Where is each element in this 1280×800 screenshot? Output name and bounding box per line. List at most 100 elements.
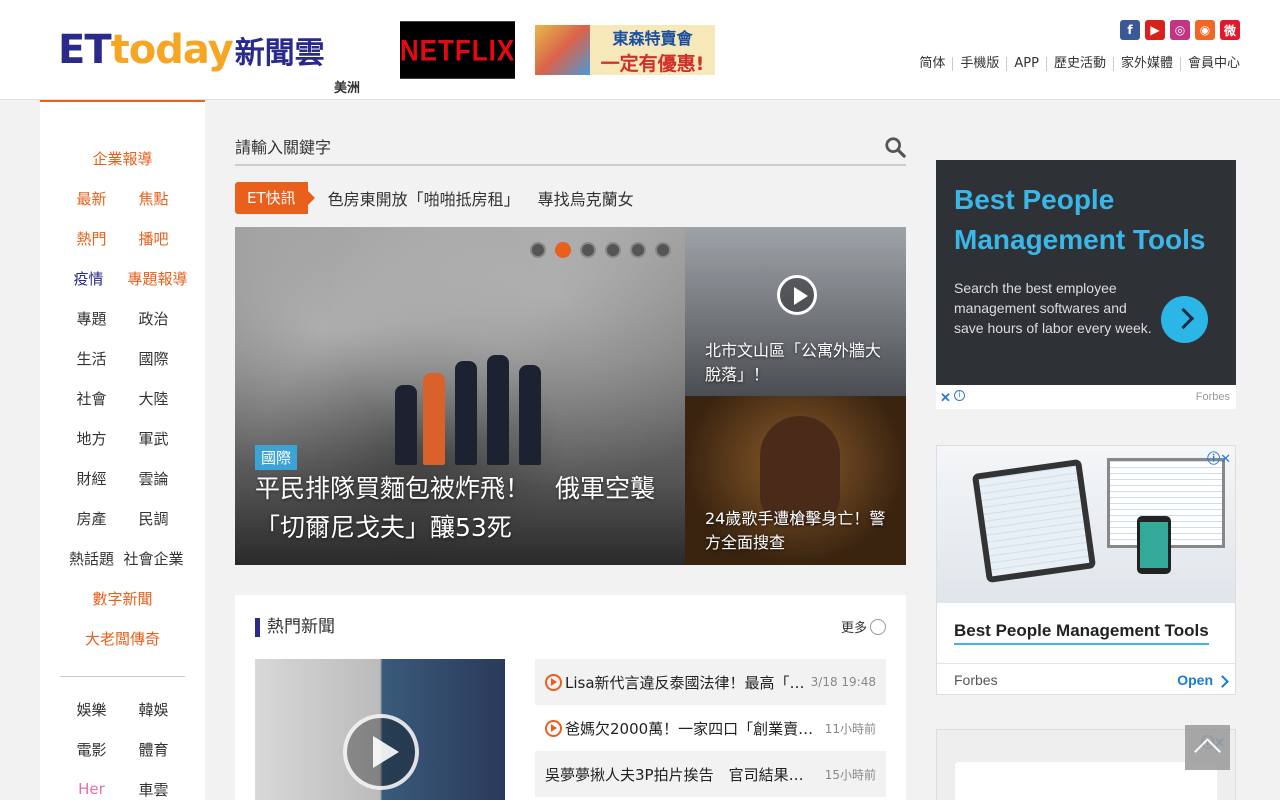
forbes-display-ad[interactable]: ⓘ✕ Best People Management Tools Forbes O… [936, 445, 1236, 695]
sidebar-item-polls[interactable]: 民調 [123, 508, 185, 529]
sidebar-item-sports[interactable]: 體育 [123, 739, 185, 760]
sidebar-item-digital-news[interactable]: 數字新聞 [92, 588, 152, 609]
sidebar-item-boss-legend[interactable]: 大老闆傳奇 [85, 628, 160, 649]
arrow-right-icon [870, 618, 886, 635]
news-title[interactable]: 吳夢夢揪人夫3P拍片挨告 官司結果… [545, 764, 821, 785]
back-to-top-button[interactable] [1185, 725, 1230, 770]
side-story-title[interactable]: 24歲歌手遭槍擊身亡！警方全面搜查 [705, 507, 890, 555]
sidebar-item-mainland[interactable]: 大陸 [123, 388, 185, 409]
hero-story[interactable]: 國際 平民排隊買麵包被炸飛！ 俄軍空襲「切爾尼戈夫」釀53死 [235, 227, 685, 565]
sidebar-item-play[interactable]: 播吧 [123, 228, 185, 249]
sidebar-item-finance[interactable]: 財經 [61, 468, 123, 489]
netflix-ad-banner[interactable]: NETFLIX [400, 21, 515, 79]
nav-simplified[interactable]: 简体 [912, 57, 952, 71]
ad-content [955, 762, 1217, 800]
sidebar-item-movies[interactable]: 電影 [61, 739, 123, 760]
carousel-dots [530, 242, 671, 258]
forbes-ad[interactable]: Best People Management Tools Search the … [936, 160, 1236, 385]
news-item[interactable]: Lisa新代言違反泰國法律！最高「… 3/18 19:48 [535, 659, 886, 705]
region-label[interactable]: 美洲 [334, 77, 360, 96]
search-icon[interactable] [884, 136, 906, 158]
hero-headline[interactable]: 平民排隊買麵包被炸飛！ 俄軍空襲「切爾尼戈夫」釀53死 [255, 469, 675, 547]
instagram-icon[interactable]: ◎ [1170, 20, 1190, 40]
video-play-icon [545, 719, 562, 737]
ticker-item[interactable]: 專找烏克蘭女 [538, 186, 634, 210]
search-input[interactable] [235, 130, 855, 164]
tosen-ad-banner[interactable]: 東森特賣會 一定有優惠! [535, 25, 715, 75]
news-title[interactable]: 爸媽欠2000萬！一家四口「創業賣… [565, 718, 821, 739]
sidebar-item-latest[interactable]: 最新 [61, 188, 123, 209]
weibo-icon[interactable]: 微 [1220, 20, 1240, 40]
sidebar-item-opinion[interactable]: 雲論 [123, 468, 185, 489]
sidebar-item-focus[interactable]: 焦點 [123, 188, 185, 209]
carousel-dot[interactable] [530, 242, 546, 258]
ad-open-button[interactable]: Open [1177, 672, 1213, 688]
news-title[interactable]: Lisa新代言違反泰國法律！最高「… [565, 672, 807, 693]
side-story-title[interactable]: 北市文山區「公寓外牆大脫落」！ [705, 339, 890, 387]
carousel-dot[interactable] [605, 242, 621, 258]
info-icon[interactable]: i [954, 390, 965, 401]
news-item[interactable]: 吳夢夢揪人夫3P拍片挨告 官司結果… 15小時前 [535, 751, 886, 797]
tosen-ad-line1: 東森特賣會 [612, 28, 693, 48]
close-icon[interactable]: ✕ [940, 390, 951, 406]
sidebar-item-cars[interactable]: 車雲 [123, 779, 185, 800]
sidebar-item-social-enterprise[interactable]: 社會企業 [123, 548, 185, 569]
youtube-icon[interactable]: ▶ [1145, 20, 1165, 40]
logo-text-today: today [110, 27, 234, 73]
nav-app[interactable]: APP [1006, 57, 1046, 71]
sidebar-item-her[interactable]: Her [61, 780, 123, 798]
carousel-dot[interactable] [580, 242, 596, 258]
chevron-right-icon[interactable] [1161, 296, 1208, 343]
ad-brand: Forbes [1195, 391, 1230, 403]
sidebar-item-special-report[interactable]: 專題報導 [127, 268, 187, 289]
more-label: 更多 [840, 621, 867, 636]
category-sidebar: 企業報導 最新 焦點 熱門 播吧 疫情 專題報導 專題 政治 生活 國際 社會 大陸 地方軍… [40, 100, 205, 800]
carousel-dot[interactable] [655, 242, 671, 258]
category-badge[interactable]: 國際 [255, 445, 298, 470]
sidebar-divider [60, 676, 185, 677]
news-time: 15小時前 [824, 767, 876, 782]
site-logo[interactable]: ET today 新聞雲 [58, 24, 325, 76]
sidebar-item-politics[interactable]: 政治 [123, 308, 185, 329]
social-links: f ▶ ◎ ◉ 微 [1120, 20, 1240, 40]
tablet-image [971, 458, 1097, 584]
nav-history-events[interactable]: 歷史活動 [1045, 57, 1113, 71]
sidebar-item-local[interactable]: 地方 [61, 428, 123, 449]
logo-text-cn: 新聞雲 [234, 36, 325, 71]
video-thumbnail[interactable] [255, 659, 505, 800]
breaking-news-ticker: ET快訊 色房東開放「啪啪抵房租」 專找烏克蘭女 [235, 182, 634, 214]
sidebar-item-military[interactable]: 軍武 [123, 428, 185, 449]
ad-headline[interactable]: Best People Management Tools [954, 621, 1209, 645]
sidebar-item-entertainment[interactable]: 娛樂 [61, 699, 123, 720]
sidebar-item-hot[interactable]: 熱門 [61, 228, 123, 249]
logo-text-et: ET [58, 27, 112, 73]
play-icon[interactable] [343, 714, 419, 790]
sidebar-item-enterprise[interactable]: 企業報導 [92, 148, 152, 169]
facebook-icon[interactable]: f [1120, 20, 1140, 40]
nav-outdoor-media[interactable]: 家外媒體 [1112, 57, 1180, 71]
side-story[interactable]: 24歲歌手遭槍擊身亡！警方全面搜查 [685, 396, 906, 565]
more-link[interactable]: 更多 [841, 617, 886, 636]
sidebar-item-pandemic[interactable]: 疫情 [57, 268, 119, 289]
sidebar-item-life[interactable]: 生活 [61, 348, 123, 369]
nav-mobile[interactable]: 手機版 [952, 57, 1006, 71]
sidebar-item-society[interactable]: 社會 [61, 388, 123, 409]
sidebar-item-property[interactable]: 房產 [61, 508, 123, 529]
carousel-dot-active[interactable] [555, 242, 571, 258]
ad-footer: ✕ i Forbes [936, 385, 1236, 409]
news-item[interactable]: 爸媽欠2000萬！一家四口「創業賣… 11小時前 [535, 705, 886, 751]
ad-headline[interactable]: Best People Management Tools [954, 180, 1224, 260]
search-bar [235, 130, 906, 166]
sidebar-item-topics[interactable]: 專題 [61, 308, 123, 329]
nav-member-center[interactable]: 會員中心 [1179, 57, 1240, 71]
sidebar-item-hot-topics[interactable]: 熱話題 [61, 548, 123, 569]
ad-choices-icon[interactable]: ⓘ✕ [1207, 448, 1231, 467]
play-icon[interactable] [777, 275, 817, 315]
carousel-dot[interactable] [630, 242, 646, 258]
sidebar-item-international[interactable]: 國際 [123, 348, 185, 369]
news-time: 3/18 19:48 [810, 675, 876, 689]
side-story[interactable]: 北市文山區「公寓外牆大脫落」！ [685, 227, 906, 396]
sidebar-item-korean-ent[interactable]: 韓娛 [123, 699, 185, 720]
ticker-item[interactable]: 色房東開放「啪啪抵房租」 [328, 186, 520, 210]
rss-icon[interactable]: ◉ [1195, 20, 1215, 40]
